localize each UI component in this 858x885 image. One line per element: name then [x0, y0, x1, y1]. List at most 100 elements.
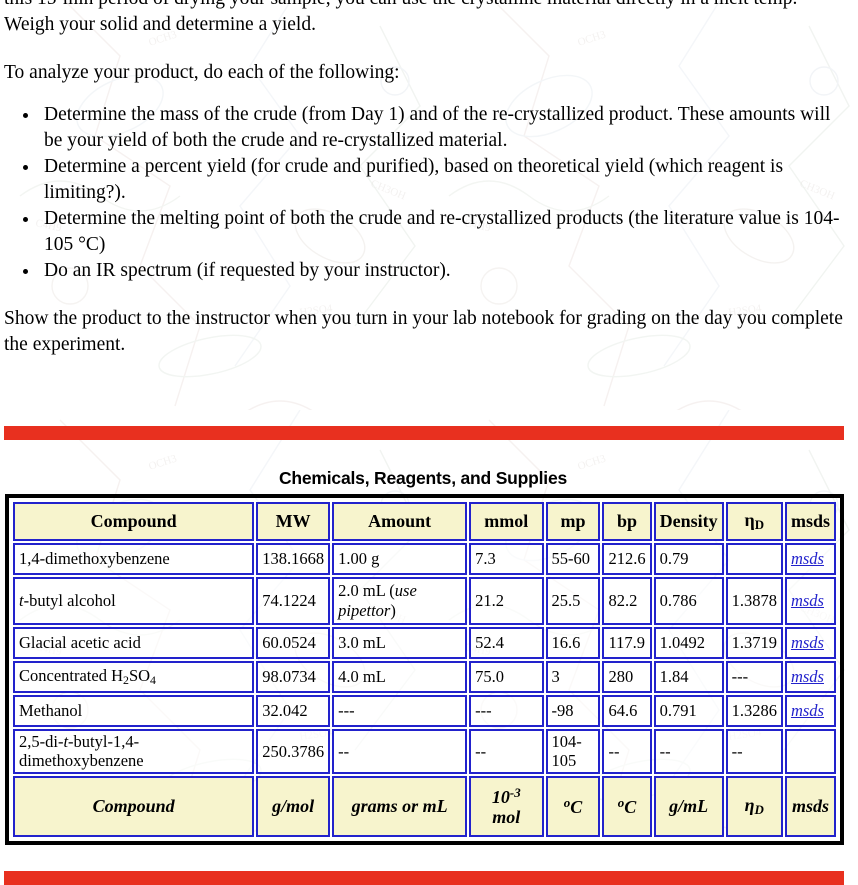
table-header-row: Compound MW Amount mmol mp bp Density ηD… — [13, 502, 836, 542]
divider-rule-bottom — [4, 871, 844, 885]
msds-link[interactable]: msds — [791, 591, 824, 610]
cell-refractive-index: 1.3286 — [725, 695, 783, 728]
cell-density: 1.0492 — [653, 627, 724, 660]
column-header-refractive-index: ηD — [725, 502, 783, 542]
cell-refractive-index — [725, 543, 783, 576]
table-row: Concentrated H2SO4 98.0734 4.0 mL 75.0 3… — [13, 661, 836, 694]
cell-refractive-index: 1.3878 — [725, 577, 783, 626]
cell-amount: 3.0 mL — [332, 627, 468, 660]
units-mp: oC — [545, 776, 601, 838]
cell-compound: Methanol — [13, 695, 255, 728]
cell-mp: 3 — [545, 661, 601, 694]
cell-amount: --- — [332, 695, 468, 728]
cell-mw: 60.0524 — [256, 627, 331, 660]
chemicals-table: Compound MW Amount mmol mp bp Density ηD… — [11, 500, 838, 839]
cell-mmol: 75.0 — [469, 661, 544, 694]
cell-mp: 55-60 — [545, 543, 601, 576]
cell-msds: msds — [784, 627, 836, 660]
cell-density: 1.84 — [653, 661, 724, 694]
units-density: g/mL — [653, 776, 724, 838]
column-header-compound: Compound — [13, 502, 255, 542]
cell-refractive-index: --- — [725, 661, 783, 694]
cell-mmol: 52.4 — [469, 627, 544, 660]
cell-amount: 4.0 mL — [332, 661, 468, 694]
cell-mp: -98 — [545, 695, 601, 728]
cell-mw: 138.1668 — [256, 543, 331, 576]
cell-msds: msds — [784, 695, 836, 728]
cell-mw: 250.3786 — [256, 729, 331, 775]
analysis-task-list: Determine the mass of the crude (from Da… — [4, 102, 844, 284]
msds-link[interactable]: msds — [791, 633, 824, 652]
cell-amount: 1.00 g — [332, 543, 468, 576]
cell-amount: -- — [332, 729, 468, 775]
cell-compound: Glacial acetic acid — [13, 627, 255, 660]
cell-msds: msds — [784, 661, 836, 694]
table-row: Glacial acetic acid 60.0524 3.0 mL 52.4 … — [13, 627, 836, 660]
cell-msds: msds — [784, 577, 836, 626]
msds-link[interactable]: msds — [791, 549, 824, 568]
cell-density: 0.786 — [653, 577, 724, 626]
cell-mw: 32.042 — [256, 695, 331, 728]
cell-mmol: -- — [469, 729, 544, 775]
instructions-section: this 15-min period of drying your sample… — [0, 0, 858, 358]
table-row: 1,4-dimethoxybenzene 138.1668 1.00 g 7.3… — [13, 543, 836, 576]
cell-compound: t-butyl alcohol — [13, 577, 255, 626]
units-msds: msds — [784, 776, 836, 838]
table-row: t-butyl alcohol 74.1224 2.0 mL (use pipe… — [13, 577, 836, 626]
cell-compound: 2,5-di-t-butyl-1,4-dimethoxybenzene — [13, 729, 255, 775]
divider-rule-top — [4, 426, 844, 440]
units-refractive-index: ηD — [725, 776, 783, 838]
cell-bp: 64.6 — [602, 695, 652, 728]
units-compound: Compound — [13, 776, 255, 838]
list-item: Determine the melting point of both the … — [40, 206, 844, 258]
column-header-mp: mp — [545, 502, 601, 542]
msds-link[interactable]: msds — [791, 667, 824, 686]
cell-mmol: 7.3 — [469, 543, 544, 576]
cell-compound: 1,4-dimethoxybenzene — [13, 543, 255, 576]
cell-refractive-index: -- — [725, 729, 783, 775]
table-units-row: Compound g/mol grams or mL 10-3 mol oC oC… — [13, 776, 836, 838]
column-header-msds: msds — [784, 502, 836, 542]
units-mw: g/mol — [256, 776, 331, 838]
column-header-amount: Amount — [332, 502, 468, 542]
cell-msds — [784, 729, 836, 775]
cell-mw: 98.0734 — [256, 661, 331, 694]
list-item: Determine a percent yield (for crude and… — [40, 154, 844, 206]
cell-mp: 25.5 — [545, 577, 601, 626]
paragraph-show-product: Show the product to the instructor when … — [4, 308, 843, 355]
units-amount: grams or mL — [332, 776, 468, 838]
column-header-mw: MW — [256, 502, 331, 542]
list-item: Determine the mass of the crude (from Da… — [40, 102, 844, 154]
paragraph-analyze-lead: To analyze your product, do each of the … — [4, 62, 400, 83]
cell-bp: 117.9 — [602, 627, 652, 660]
cell-mp: 16.6 — [545, 627, 601, 660]
cell-bp: 212.6 — [602, 543, 652, 576]
cell-bp: 280 — [602, 661, 652, 694]
cell-mmol: 21.2 — [469, 577, 544, 626]
cell-msds: msds — [784, 543, 836, 576]
list-item: Do an IR spectrum (if requested by your … — [40, 258, 844, 284]
page-root: this 15-min period of drying your sample… — [0, 0, 858, 885]
units-bp: oC — [602, 776, 652, 838]
chemicals-table-frame: Compound MW Amount mmol mp bp Density ηD… — [5, 494, 844, 846]
cell-amount: 2.0 mL (use pipettor) — [332, 577, 468, 626]
table-title: Chemicals, Reagents, and Supplies — [278, 468, 568, 488]
units-mmol: 10-3 mol — [469, 776, 544, 838]
column-header-mmol: mmol — [469, 502, 544, 542]
cell-compound: Concentrated H2SO4 — [13, 661, 255, 694]
cell-mp: 104- 105 — [545, 729, 601, 775]
table-row: 2,5-di-t-butyl-1,4-dimethoxybenzene 250.… — [13, 729, 836, 775]
column-header-bp: bp — [602, 502, 652, 542]
cell-bp: -- — [602, 729, 652, 775]
msds-link[interactable]: msds — [791, 701, 824, 720]
cell-mw: 74.1224 — [256, 577, 331, 626]
column-header-density: Density — [653, 502, 724, 542]
cell-refractive-index: 1.3719 — [725, 627, 783, 660]
paragraph-drying-note: this 15-min period of drying your sample… — [4, 0, 797, 35]
cell-density: 0.79 — [653, 543, 724, 576]
cell-bp: 82.2 — [602, 577, 652, 626]
cell-density: -- — [653, 729, 724, 775]
cell-density: 0.791 — [653, 695, 724, 728]
table-row: Methanol 32.042 --- --- -98 64.6 0.791 1… — [13, 695, 836, 728]
cell-mmol: --- — [469, 695, 544, 728]
